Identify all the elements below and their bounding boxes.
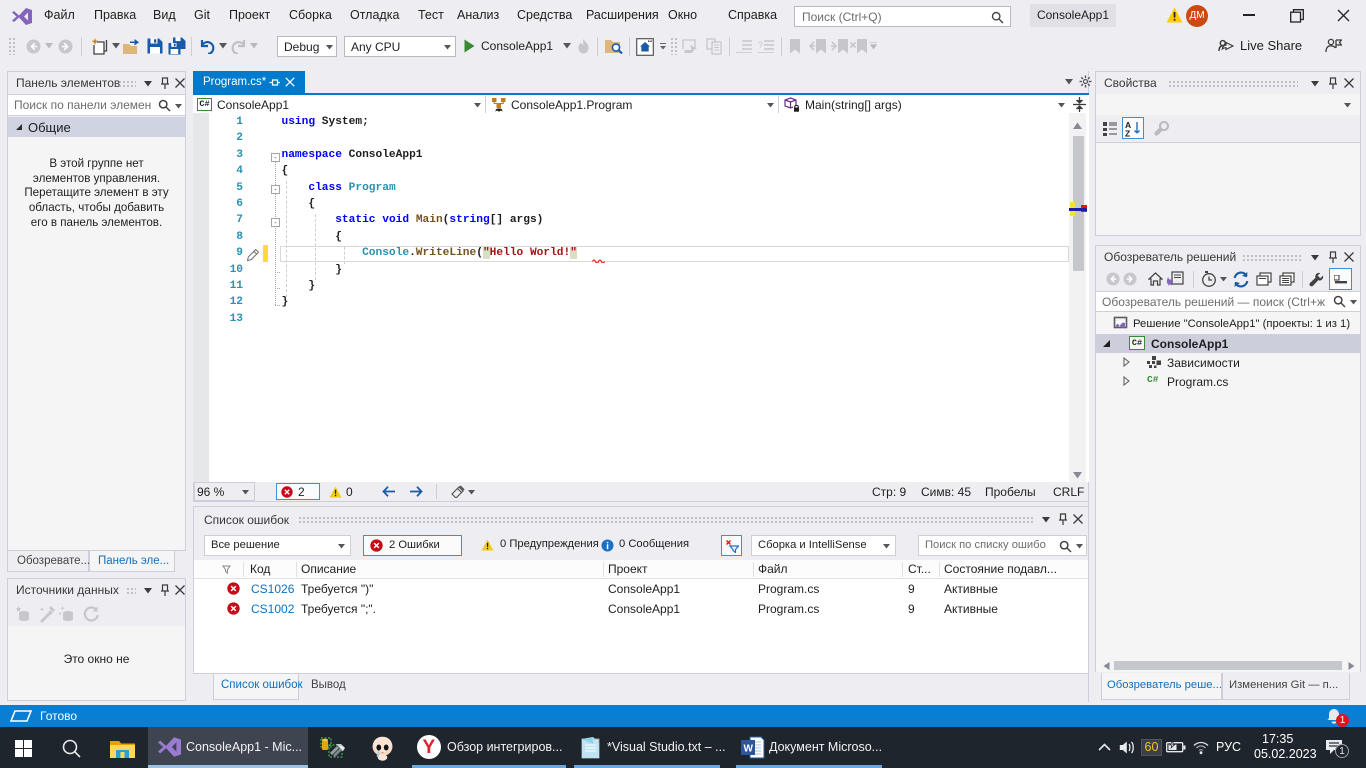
svg-text:W: W	[744, 744, 754, 755]
svg-text:Z: Z	[1125, 129, 1130, 138]
svg-text:?: ?	[758, 40, 763, 50]
